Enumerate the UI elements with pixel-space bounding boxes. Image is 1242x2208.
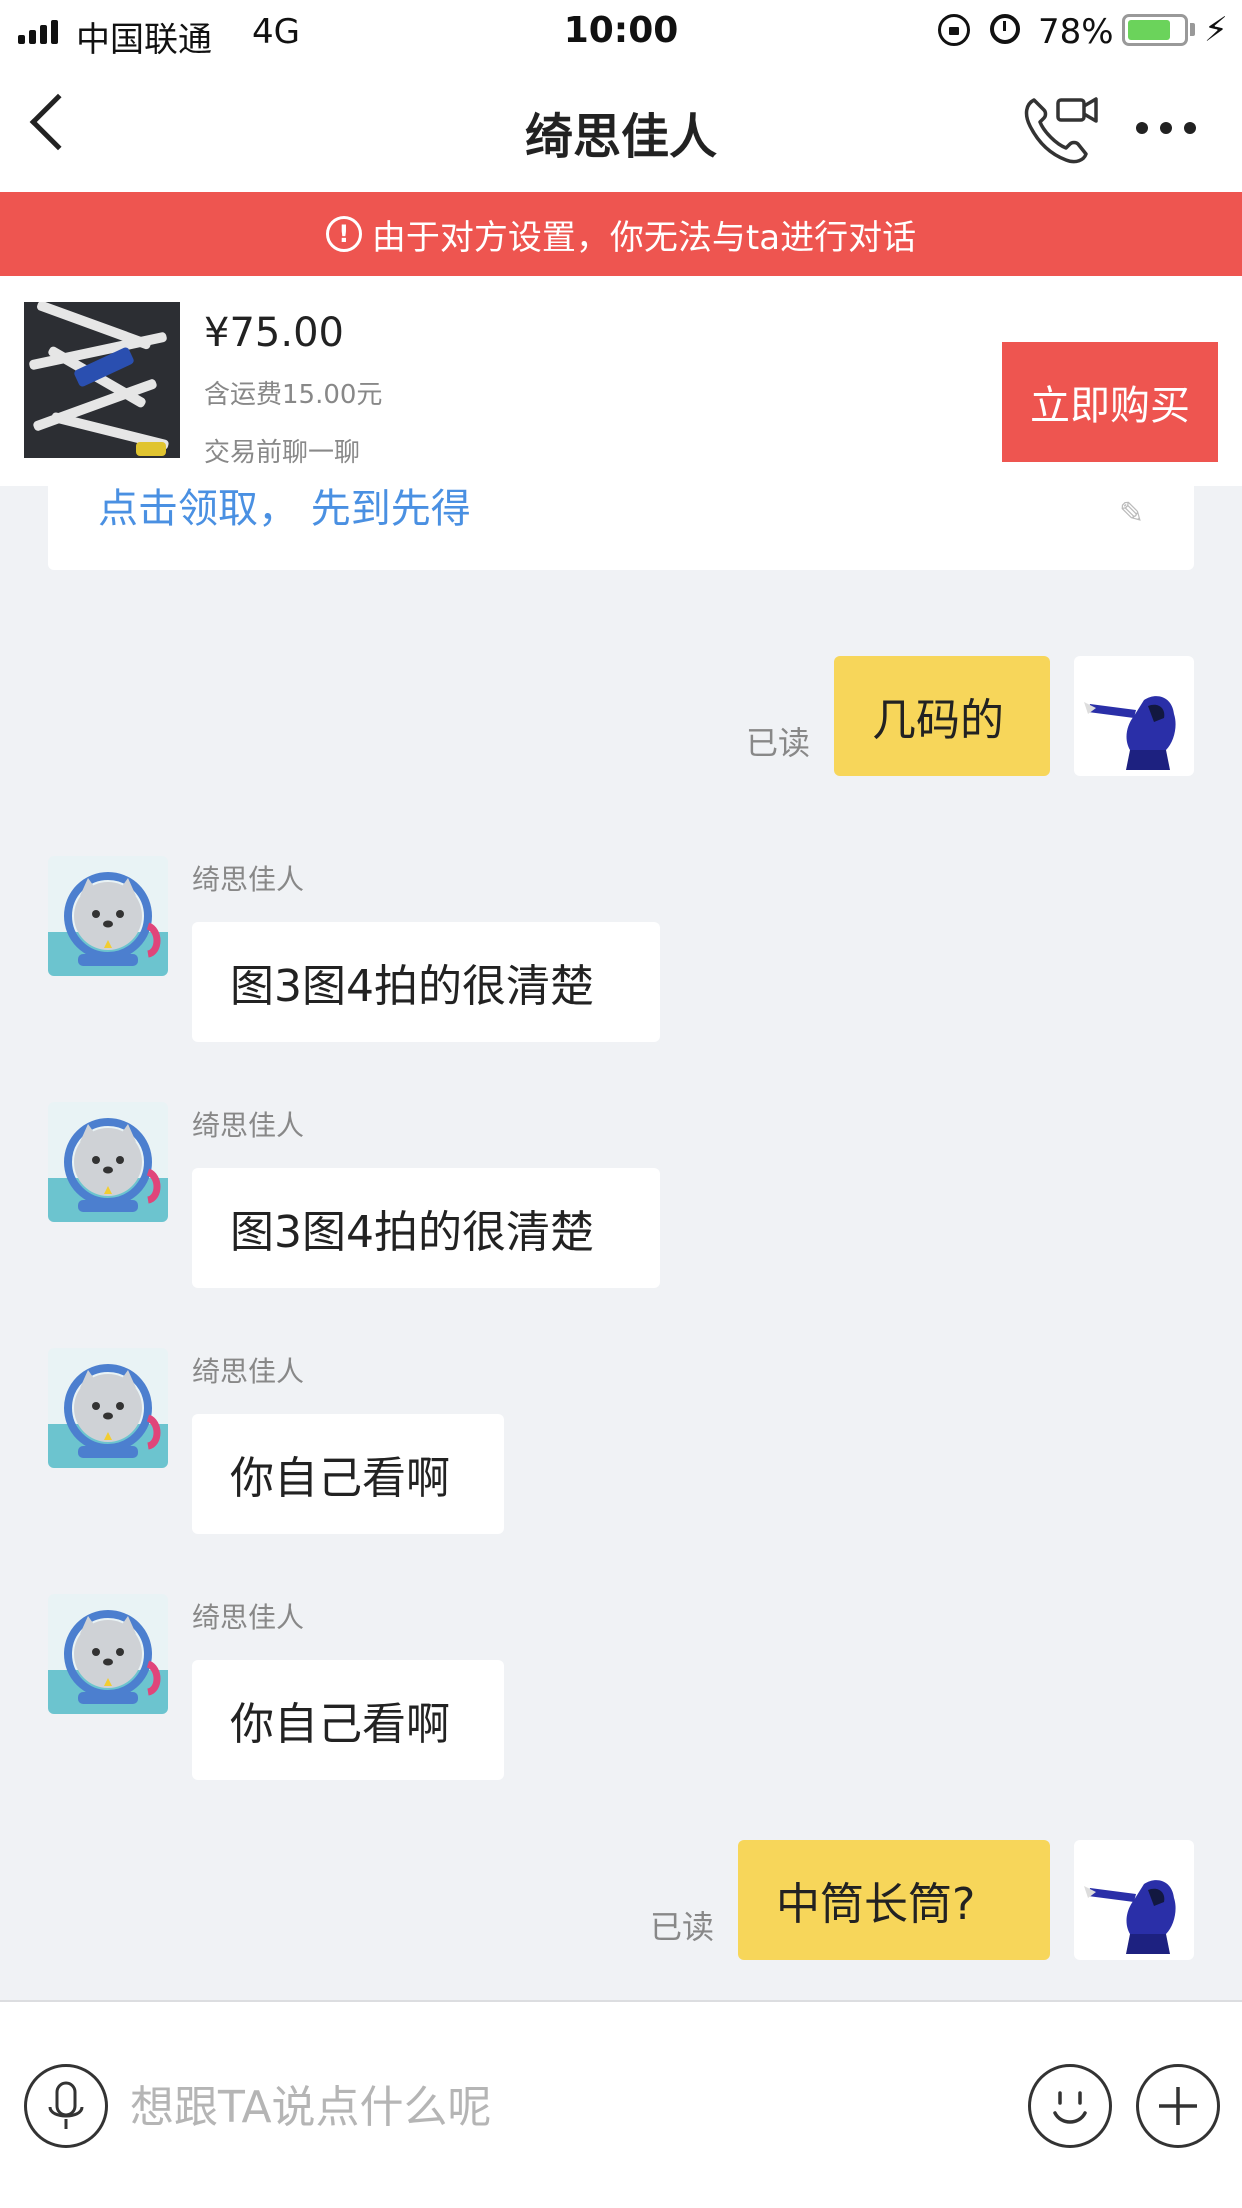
- smiley-icon: [1053, 2091, 1087, 2124]
- product-price: ¥75.00: [204, 310, 344, 356]
- coupon-card[interactable]: 点击领取， 先到先得 ✎: [48, 486, 1194, 570]
- avatar-seller[interactable]: [48, 856, 168, 976]
- pencil-icon: ✎: [1118, 496, 1144, 531]
- sender-name: 绮思佳人: [192, 1109, 305, 1142]
- message-input[interactable]: [130, 2072, 1010, 2142]
- read-receipt: 已读: [650, 1908, 715, 1946]
- restriction-banner: ! 由于对方设置，你无法与ta进行对话: [0, 192, 1242, 276]
- sender-name: 绮思佳人: [192, 1601, 305, 1634]
- avatar-seller[interactable]: [48, 1102, 168, 1222]
- banner-text: 由于对方设置，你无法与ta进行对话: [371, 217, 917, 258]
- add-attachment-button[interactable]: [1136, 2064, 1220, 2148]
- voice-input-button[interactable]: [24, 2064, 108, 2148]
- more-icon[interactable]: [1136, 122, 1196, 134]
- message-bubble-other[interactable]: 图3图4拍的很清楚: [192, 922, 660, 1042]
- seller-avatar-image: [48, 1610, 168, 1714]
- message-bubble-other[interactable]: 你自己看啊: [192, 1660, 504, 1780]
- input-bar: [0, 2000, 1242, 2208]
- sender-name: 绮思佳人: [192, 863, 305, 896]
- read-receipt: 已读: [746, 724, 811, 762]
- chat-area[interactable]: 点击领取， 先到先得 ✎ 已读 几码的 绮思佳人 图3图4拍的很清楚 绮思佳人 …: [0, 486, 1242, 2000]
- user-avatar-image: [1084, 1880, 1176, 1954]
- message-bubble-other[interactable]: 图3图4拍的很清楚: [192, 1168, 660, 1288]
- shipping-fee: 含运费15.00元: [204, 380, 383, 410]
- charging-icon: ⚡: [1204, 10, 1228, 50]
- plus-icon: [1159, 2087, 1197, 2125]
- avatar-seller[interactable]: [48, 1348, 168, 1468]
- video-call-icon[interactable]: [1020, 90, 1100, 166]
- product-card[interactable]: ¥75.00 含运费15.00元 交易前聊一聊 立即购买: [0, 276, 1242, 486]
- message-bubble-other[interactable]: 你自己看啊: [192, 1414, 504, 1534]
- avatar-seller[interactable]: [48, 1594, 168, 1714]
- warning-icon: !: [325, 216, 362, 252]
- message-bubble-own[interactable]: 中筒长筒?: [738, 1840, 1050, 1960]
- product-thumbnail[interactable]: [24, 302, 180, 458]
- seller-avatar-image: [48, 1118, 168, 1222]
- avatar-self[interactable]: [1074, 1840, 1194, 1960]
- battery-tip: [1190, 23, 1195, 36]
- battery-percent: 78%: [1038, 12, 1114, 52]
- sender-name: 绮思佳人: [192, 1355, 305, 1388]
- rotation-lock-icon: [938, 14, 970, 46]
- emoji-button[interactable]: [1028, 2064, 1112, 2148]
- chat-note: 交易前聊一聊: [204, 438, 361, 468]
- user-avatar-image: [1084, 696, 1176, 770]
- seller-avatar-image: [48, 1364, 168, 1468]
- battery-icon: [1122, 14, 1188, 46]
- message-bubble-own[interactable]: 几码的: [834, 656, 1050, 776]
- nav-bar: 绮思佳人: [0, 62, 1242, 192]
- coupon-link[interactable]: 点击领取， 先到先得: [98, 486, 471, 534]
- status-bar: 中国联通 4G 10:00 78% ⚡: [0, 0, 1242, 62]
- avatar-self[interactable]: [1074, 656, 1194, 776]
- battery-fill: [1128, 20, 1170, 40]
- buy-now-button[interactable]: 立即购买: [1002, 342, 1218, 462]
- microphone-icon: [48, 2081, 84, 2129]
- seller-avatar-image: [48, 872, 168, 976]
- alarm-icon: [990, 14, 1020, 44]
